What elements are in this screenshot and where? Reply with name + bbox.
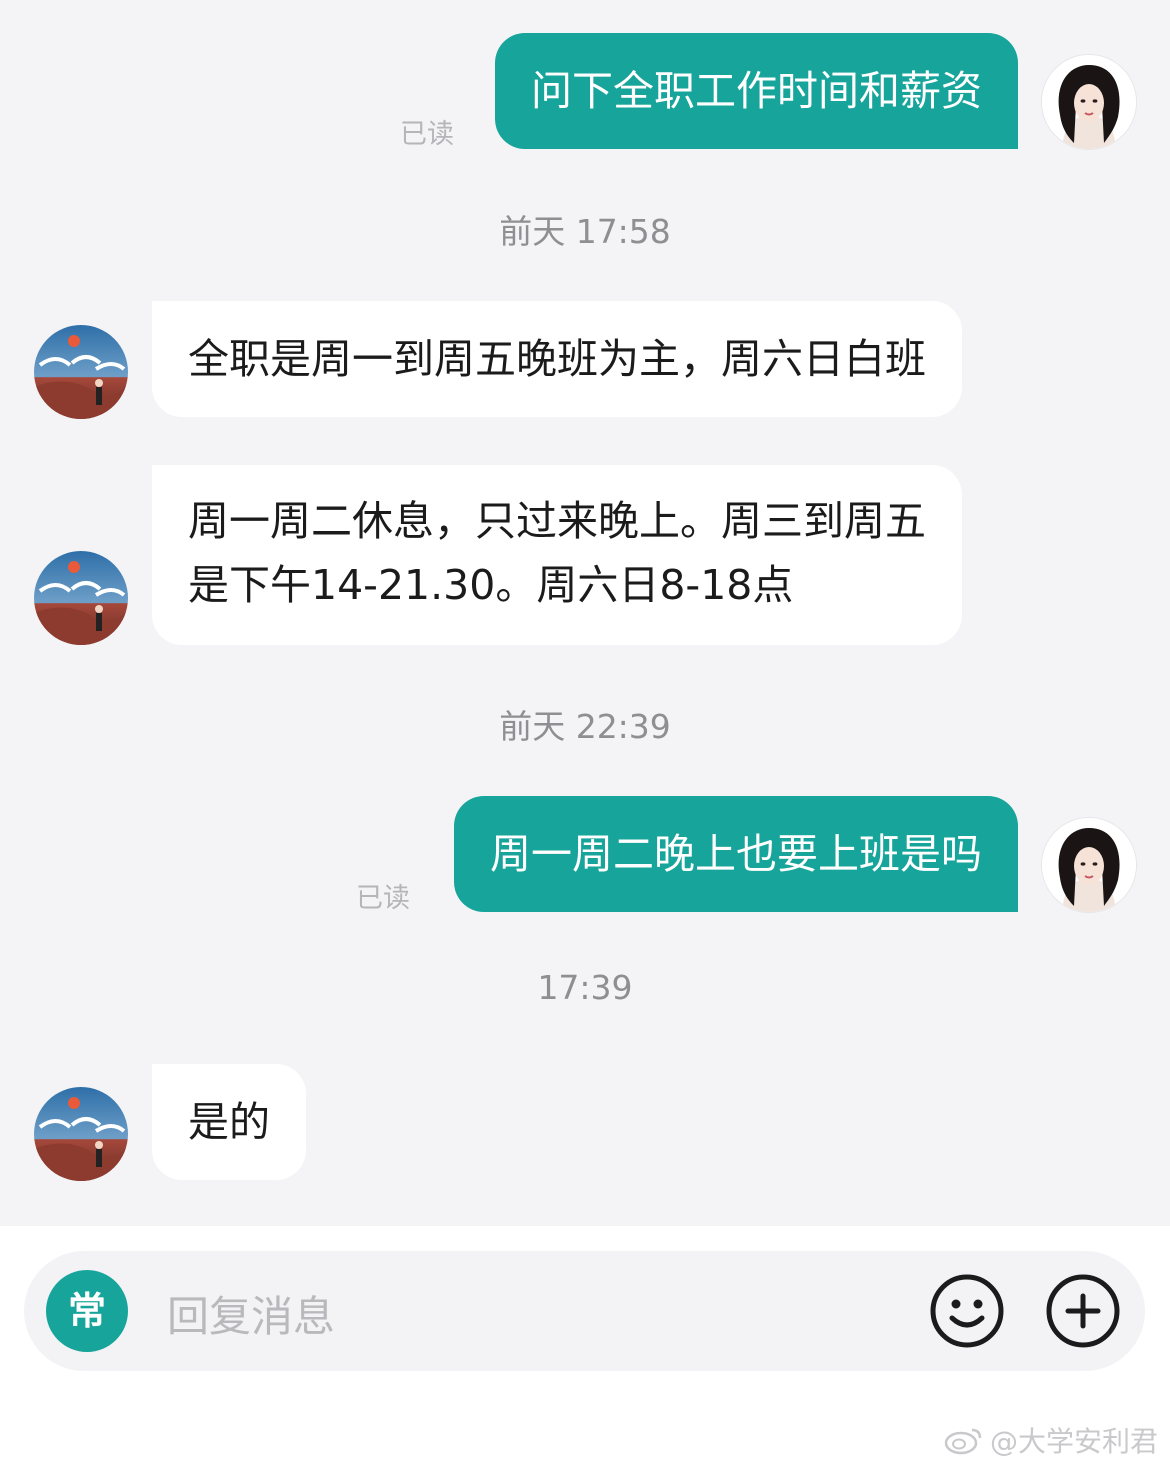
quick-reply-label: 常 [67,1289,106,1333]
message-line: 周一周二休息，只过来晚上。周三到周五 [188,497,926,545]
emoji-smile-icon[interactable] [928,1272,1006,1350]
watermark-text: @大学安利君 [989,1425,1158,1458]
contact-avatar[interactable] [34,551,128,645]
received-message[interactable]: 周一周二休息，只过来晚上。周三到周五 是下午14-21.30。周六日8-18点 [152,465,962,645]
chat-area[interactable]: 已读 问下全职工作时间和薪资 前天 17:58 全职是周一到周五晚班为主，周六日… [0,0,1170,1226]
self-avatar[interactable] [1042,818,1136,912]
read-receipt: 已读 [356,883,410,914]
contact-avatar[interactable] [34,1087,128,1181]
message-line: 是下午14-21.30。周六日8-18点 [188,561,794,609]
message-text: 周一周二晚上也要上班是吗 [490,830,982,878]
quick-reply-button[interactable]: 常 [46,1270,128,1352]
read-receipt: 已读 [400,119,454,150]
sent-message[interactable]: 问下全职工作时间和薪资 [495,33,1018,149]
received-message[interactable]: 是的 [152,1064,306,1180]
reply-input[interactable]: 回复消息 [167,1283,335,1344]
self-avatar[interactable] [1042,55,1136,149]
timestamp: 17:39 [537,968,633,1007]
timestamp: 前天 17:58 [499,212,671,251]
received-message[interactable]: 全职是周一到周五晚班为主，周六日白班 [152,301,962,417]
sent-message[interactable]: 周一周二晚上也要上班是吗 [454,796,1018,912]
timestamp: 前天 22:39 [499,707,671,746]
message-text: 全职是周一到周五晚班为主，周六日白班 [188,335,926,383]
message-text: 是的 [188,1098,270,1146]
contact-avatar[interactable] [34,325,128,419]
reply-bar: 常 回复消息 [24,1251,1145,1371]
message-text: 问下全职工作时间和薪资 [531,67,982,115]
watermark: @大学安利君 [944,1420,1158,1460]
weibo-icon [944,1428,982,1455]
plus-circle-icon[interactable] [1044,1272,1122,1350]
